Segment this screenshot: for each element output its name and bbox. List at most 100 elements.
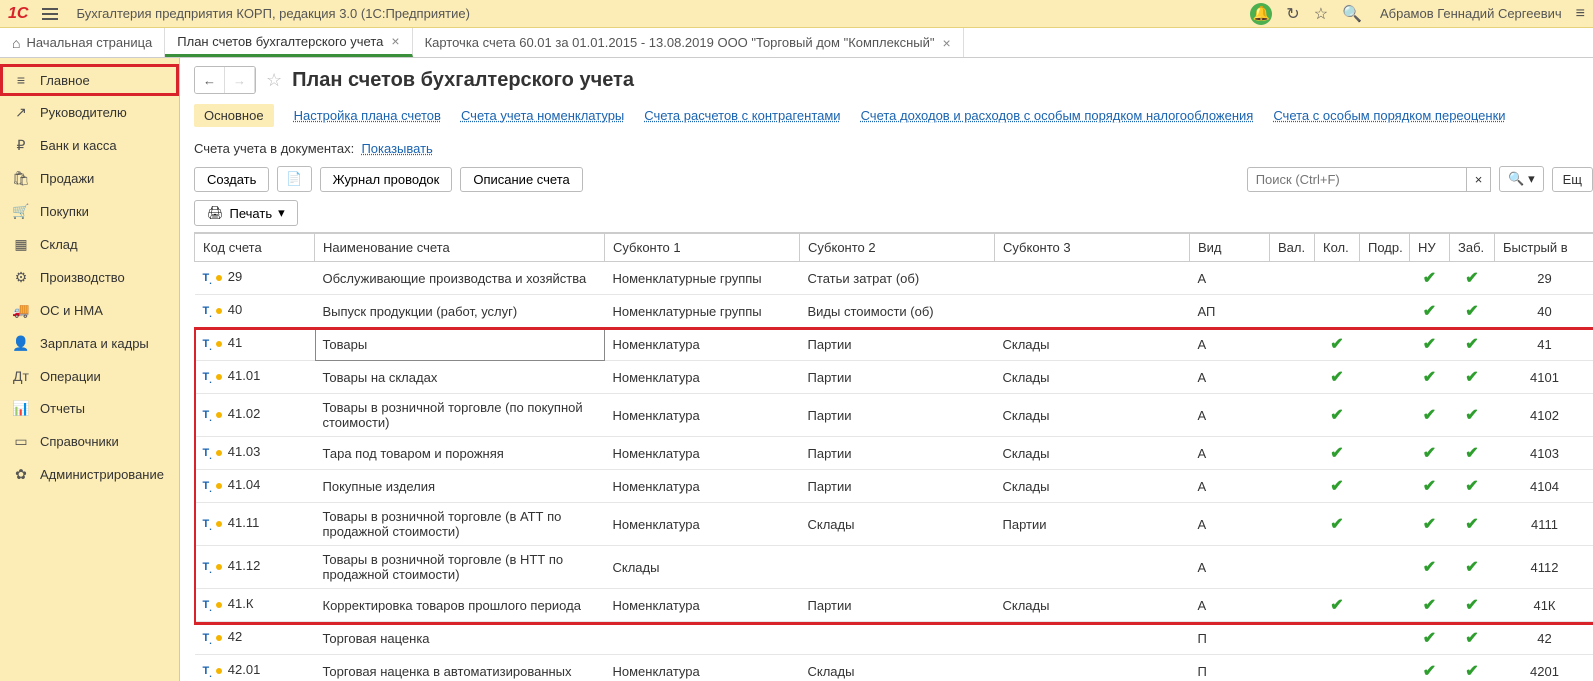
sidebar-item-label: Продажи bbox=[40, 171, 94, 186]
favorite-icon[interactable]: ☆ bbox=[1314, 4, 1328, 24]
create-button[interactable]: Создать bbox=[194, 167, 269, 192]
sidebar-item-2[interactable]: ₽Банк и касса bbox=[0, 129, 179, 162]
vid: АП bbox=[1190, 295, 1270, 328]
subnav-item-0[interactable]: Основное bbox=[194, 104, 274, 127]
col-header[interactable]: Подр. bbox=[1360, 234, 1410, 262]
table-row[interactable]: T.41.ККорректировка товаров прошлого пер… bbox=[195, 589, 1593, 622]
more-button[interactable]: Ещ bbox=[1552, 167, 1593, 192]
user-menu-icon[interactable]: ≡ bbox=[1576, 5, 1585, 23]
print-button[interactable]: 🖨 Печать ▾ bbox=[194, 200, 298, 226]
table-row[interactable]: T.42.01Торговая наценка в автоматизирова… bbox=[195, 655, 1593, 681]
col-header[interactable]: НУ bbox=[1410, 234, 1450, 262]
sidebar-item-label: Производство bbox=[40, 270, 125, 285]
sidebar-item-7[interactable]: 🚚ОС и НМА bbox=[0, 294, 179, 327]
col-header[interactable]: Субконто 3 bbox=[995, 234, 1190, 262]
docs-show-link[interactable]: Показывать bbox=[361, 141, 432, 156]
sidebar-item-0[interactable]: ≡Главное bbox=[0, 64, 179, 96]
tab-account-card[interactable]: Карточка счета 60.01 за 01.01.2015 - 13.… bbox=[413, 28, 964, 57]
current-user[interactable]: Абрамов Геннадий Сергеевич bbox=[1380, 6, 1562, 21]
col-header[interactable]: Субконто 1 bbox=[605, 234, 800, 262]
description-button[interactable]: Описание счета bbox=[460, 167, 582, 192]
account-code: 42.01 bbox=[228, 662, 261, 677]
check-icon: ✔ bbox=[1323, 476, 1352, 496]
col-header[interactable]: Кол. bbox=[1315, 234, 1360, 262]
table-row[interactable]: T.41.02Товары в розничной торговле (по п… bbox=[195, 394, 1593, 437]
sidebar-icon: ₽ bbox=[12, 137, 30, 154]
sidebar-item-5[interactable]: ▦Склад bbox=[0, 228, 179, 261]
search-input[interactable] bbox=[1247, 167, 1467, 192]
vid: А bbox=[1190, 262, 1270, 295]
sidebar-item-8[interactable]: 👤Зарплата и кадры bbox=[0, 327, 179, 360]
nav-back[interactable]: ← bbox=[195, 67, 225, 93]
sidebar-item-10[interactable]: 📊Отчеты bbox=[0, 392, 179, 425]
close-icon[interactable]: × bbox=[391, 33, 399, 49]
account-name: Тара под товаром и порожняя bbox=[315, 437, 605, 470]
sidebar-item-1[interactable]: ↗Руководителю bbox=[0, 96, 179, 129]
check-icon: ✔ bbox=[1458, 367, 1487, 387]
copy-button[interactable]: 📄 bbox=[277, 166, 311, 192]
sidebar-item-label: Зарплата и кадры bbox=[40, 336, 149, 351]
table-row[interactable]: T.41.03Тара под товаром и порожняяНоменк… bbox=[195, 437, 1593, 470]
subnav-item-5[interactable]: Счета с особым порядком переоценки bbox=[1273, 108, 1505, 123]
star-icon[interactable]: ☆ bbox=[266, 70, 282, 91]
nav-forward[interactable]: → bbox=[225, 67, 255, 93]
main-menu-button[interactable] bbox=[36, 3, 64, 25]
table-row[interactable]: T.40Выпуск продукции (работ, услуг)Номен… bbox=[195, 295, 1593, 328]
account-code: 41.02 bbox=[228, 406, 261, 421]
table-row[interactable]: T.42Торговая наценкаП✔✔42 bbox=[195, 622, 1593, 655]
tab-chart-of-accounts[interactable]: План счетов бухгалтерского учета × bbox=[165, 28, 412, 57]
history-icon[interactable]: ↻ bbox=[1286, 4, 1299, 24]
journal-button[interactable]: Журнал проводок bbox=[320, 167, 453, 192]
table-row[interactable]: T.41.01Товары на складахНоменклатураПарт… bbox=[195, 361, 1593, 394]
col-header[interactable]: Быстрый в bbox=[1495, 234, 1593, 262]
sidebar-item-12[interactable]: ✿Администрирование bbox=[0, 458, 179, 491]
chevron-down-icon: ▾ bbox=[278, 205, 285, 221]
tab-home[interactable]: ⌂ Начальная страница bbox=[0, 28, 165, 57]
subconto1: Номенклатура bbox=[605, 589, 800, 622]
col-header[interactable]: Наименование счета bbox=[315, 234, 605, 262]
account-name: Торговая наценка bbox=[315, 622, 605, 655]
subnav-item-3[interactable]: Счета расчетов с контрагентами bbox=[644, 108, 840, 123]
col-header[interactable]: Вал. bbox=[1270, 234, 1315, 262]
sidebar-item-label: Руководителю bbox=[40, 105, 127, 120]
account-icon: T. bbox=[203, 599, 212, 611]
search-dropdown[interactable]: 🔍 ▾ bbox=[1499, 166, 1543, 192]
table-row[interactable]: T.41.04Покупные изделияНоменклатураПарти… bbox=[195, 470, 1593, 503]
col-header[interactable]: Код счета bbox=[195, 234, 315, 262]
table-row[interactable]: T.41ТоварыНоменклатураПартииСкладыА✔✔✔41 bbox=[195, 328, 1593, 361]
sidebar-item-3[interactable]: 🛍Продажи bbox=[0, 162, 179, 195]
subconto2 bbox=[800, 622, 995, 655]
subnav-item-2[interactable]: Счета учета номенклатуры bbox=[461, 108, 624, 123]
check-icon: ✔ bbox=[1418, 557, 1442, 577]
table-row[interactable]: T.41.11Товары в розничной торговле (в АТ… bbox=[195, 503, 1593, 546]
nav-back-forward: ← → bbox=[194, 66, 256, 94]
subconto2 bbox=[800, 546, 995, 589]
sidebar-icon: ▭ bbox=[12, 433, 30, 450]
col-header[interactable]: Заб. bbox=[1450, 234, 1495, 262]
table-row[interactable]: T.41.12Товары в розничной торговле (в НТ… bbox=[195, 546, 1593, 589]
subnav-item-1[interactable]: Настройка плана счетов bbox=[294, 108, 441, 123]
tab-label: Карточка счета 60.01 за 01.01.2015 - 13.… bbox=[425, 35, 935, 50]
fast-code: 41К bbox=[1495, 589, 1593, 622]
grid[interactable]: Код счетаНаименование счетаСубконто 1Суб… bbox=[194, 232, 1593, 681]
col-header[interactable]: Субконто 2 bbox=[800, 234, 995, 262]
close-icon[interactable]: × bbox=[943, 35, 951, 51]
check-icon: ✔ bbox=[1458, 514, 1487, 534]
account-icon: T. bbox=[203, 665, 212, 677]
search-icon[interactable]: 🔍 bbox=[1342, 4, 1362, 24]
notification-bell[interactable]: 🔔 bbox=[1250, 3, 1272, 25]
table-row[interactable]: T.29Обслуживающие производства и хозяйст… bbox=[195, 262, 1593, 295]
col-header[interactable]: Вид bbox=[1190, 234, 1270, 262]
sidebar-item-6[interactable]: ⚙Производство bbox=[0, 261, 179, 294]
fast-code: 29 bbox=[1495, 262, 1593, 295]
search-clear[interactable]: × bbox=[1467, 167, 1492, 192]
subnav-item-4[interactable]: Счета доходов и расходов с особым порядк… bbox=[861, 108, 1254, 123]
subconto2: Статьи затрат (об) bbox=[800, 262, 995, 295]
account-icon: T. bbox=[203, 409, 212, 421]
sidebar-item-9[interactable]: ДтОперации bbox=[0, 360, 179, 392]
vid: А bbox=[1190, 437, 1270, 470]
check-icon: ✔ bbox=[1458, 628, 1487, 648]
sidebar-item-4[interactable]: 🛒Покупки bbox=[0, 195, 179, 228]
subconto1: Номенклатура bbox=[605, 328, 800, 361]
sidebar-item-11[interactable]: ▭Справочники bbox=[0, 425, 179, 458]
